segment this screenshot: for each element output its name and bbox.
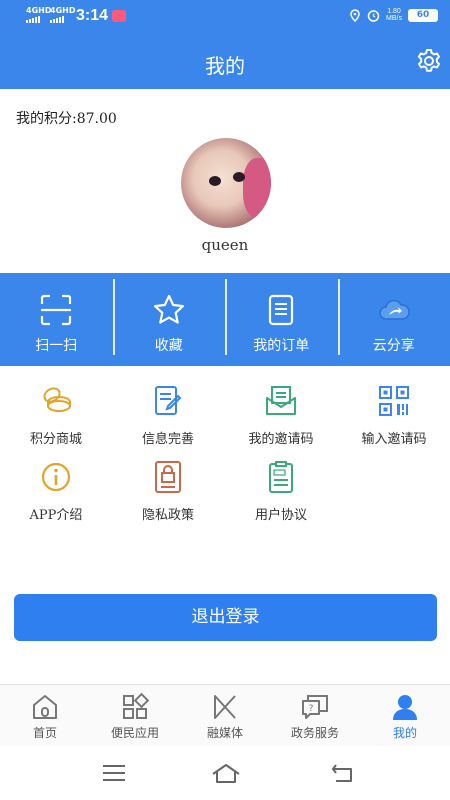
menu-item-points-mall[interactable]: 积分商城 (0, 384, 112, 447)
cloud-share-icon (379, 299, 410, 320)
signal-1-label: 4GHD (26, 6, 52, 15)
signal-1: 4GHD (26, 7, 51, 23)
menu-item-profile-info[interactable]: 信息完善 (112, 384, 224, 447)
alarm-icon (367, 9, 380, 22)
scan-icon (41, 294, 72, 326)
battery-icon: 60 (408, 8, 438, 22)
quick-action-cloud-share[interactable]: 云分享 (337, 273, 450, 366)
status-time: 3:14 (76, 7, 109, 24)
speed-value: 1.80 (387, 8, 401, 15)
signal-2: 4GHD (50, 7, 75, 23)
home-icon (33, 695, 57, 719)
service-icon: ? (302, 695, 328, 719)
quick-action-label: 扫一扫 (35, 338, 78, 354)
lock-document-icon (155, 461, 181, 493)
username: queen (201, 236, 249, 254)
agreement-icon (269, 461, 293, 493)
media-icon (214, 695, 236, 719)
signal-2-label: 4GHD (50, 6, 76, 15)
quick-action-label: 我的订单 (253, 338, 310, 354)
tab-label: 我的 (392, 726, 417, 740)
system-nav-bar (0, 746, 450, 800)
menu-item-user-agreement[interactable]: 用户协议 (225, 460, 337, 523)
tab-government-services[interactable]: ? 政务服务 (270, 685, 360, 746)
edit-document-icon (155, 386, 182, 415)
menu-item-label: 信息完善 (141, 432, 194, 447)
bottom-tab-bar: 首页 便民应用 融媒体 ? 政务服务 我的 (0, 684, 450, 746)
menu-item-label: 用户协议 (254, 508, 307, 523)
apps-icon (123, 693, 149, 719)
top-bar: 4GHD 4GHD 3:14 1.80 MB/s 60 我的 (0, 0, 450, 89)
signal-bars-icon (26, 16, 51, 23)
speed-unit: MB/s (386, 15, 402, 22)
quick-actions-bar: 扫一扫 收藏 我的订单 云分享 (0, 273, 450, 366)
settings-gear-icon[interactable] (416, 48, 442, 74)
coins-icon (43, 387, 71, 412)
info-icon (41, 462, 71, 492)
star-icon (153, 294, 184, 324)
avatar-hat (243, 158, 271, 218)
location-icon (350, 8, 360, 22)
home-nav-icon[interactable] (211, 762, 241, 784)
quick-action-label: 云分享 (372, 338, 415, 354)
user-icon (393, 695, 417, 720)
avatar-eye (209, 176, 221, 186)
tab-label: 首页 (32, 726, 57, 740)
document-icon (269, 294, 294, 326)
tab-label: 融媒体 (206, 726, 243, 740)
svg-text:?: ? (309, 704, 314, 714)
network-speed: 1.80 MB/s (386, 8, 402, 22)
qr-code-icon (379, 386, 409, 416)
page-title: 我的 (205, 54, 245, 78)
back-icon[interactable] (330, 762, 356, 784)
tab-convenience-apps[interactable]: 便民应用 (90, 685, 180, 746)
status-bar: 4GHD 4GHD 3:14 1.80 MB/s 60 (0, 0, 450, 34)
tab-mine[interactable]: 我的 (360, 685, 450, 746)
menu-item-enter-invite-code[interactable]: 输入邀请码 (338, 384, 450, 447)
tab-label: 政务服务 (290, 726, 339, 740)
menu-item-my-invite-code[interactable]: 我的邀请码 (225, 384, 337, 447)
status-right: 1.80 MB/s 60 (349, 8, 438, 22)
avatar-eye (233, 172, 245, 182)
envelope-icon (266, 386, 296, 415)
points-balance: 我的积分:87.00 (16, 111, 117, 127)
menu-item-label: 积分商城 (29, 432, 82, 447)
menu-item-label: 输入邀请码 (361, 432, 427, 447)
menu-item-label: APP介绍 (29, 508, 83, 523)
tab-home[interactable]: 首页 (0, 685, 90, 746)
tab-label: 便民应用 (110, 726, 159, 740)
menu-item-privacy-policy[interactable]: 隐私政策 (112, 460, 224, 523)
avatar[interactable] (181, 138, 271, 228)
signal-bars-icon (50, 16, 75, 23)
quick-action-label: 收藏 (154, 338, 183, 354)
menu-icon[interactable] (101, 762, 127, 784)
quick-action-orders[interactable]: 我的订单 (225, 273, 338, 366)
tab-media[interactable]: 融媒体 (180, 685, 270, 746)
quick-action-scan[interactable]: 扫一扫 (0, 273, 113, 366)
quick-action-favorites[interactable]: 收藏 (112, 273, 226, 366)
notification-app-icon (112, 10, 126, 22)
menu-item-label: 隐私政策 (141, 508, 194, 523)
logout-button[interactable]: 退出登录 (14, 594, 437, 641)
menu-item-label: 我的邀请码 (248, 432, 314, 447)
menu-item-app-intro[interactable]: APP介绍 (0, 460, 112, 523)
battery-level: 60 (416, 9, 430, 20)
